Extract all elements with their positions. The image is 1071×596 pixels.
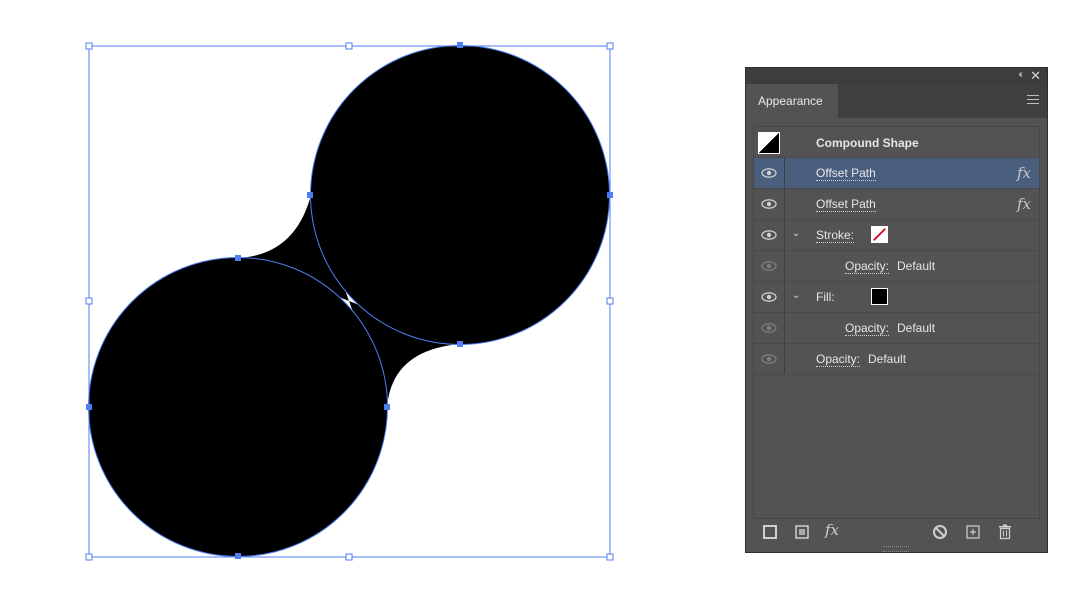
list-item-opacity[interactable]: Opacity: Default — [754, 251, 1039, 282]
resize-handle-bottom[interactable] — [345, 553, 353, 561]
visibility-eye-icon[interactable] — [761, 322, 777, 334]
panel-resize-grip[interactable] — [883, 546, 909, 552]
visibility-eye-icon[interactable] — [761, 353, 777, 365]
resize-handle-right[interactable] — [606, 297, 614, 305]
list-item-stroke[interactable]: ⌄ Stroke: — [754, 220, 1039, 251]
visibility-eye-icon[interactable] — [761, 167, 777, 179]
list-item-fill[interactable]: ⌄ Fill: — [754, 282, 1039, 313]
compound-shape[interactable] — [86, 42, 613, 559]
chevron-down-icon[interactable]: ⌄ — [792, 290, 800, 301]
visibility-eye-icon[interactable] — [761, 198, 777, 210]
lower-circle[interactable] — [88, 257, 388, 557]
duplicate-item-icon[interactable] — [965, 524, 981, 540]
visibility-eye-icon[interactable] — [761, 229, 777, 241]
resize-handle-left[interactable] — [85, 297, 93, 305]
fill-label: Fill: — [816, 290, 835, 304]
close-panel-button[interactable]: ✕ — [1030, 68, 1041, 84]
tab-appearance[interactable]: Appearance — [746, 84, 838, 118]
opacity-value: Default — [868, 352, 907, 366]
upper-circle[interactable] — [310, 45, 610, 345]
panel-bottom-toolbar: fx — [746, 520, 1047, 544]
delete-item-icon[interactable] — [997, 524, 1013, 540]
panel-tab-bar: Appearance — [746, 84, 1047, 118]
object-label: Compound Shape — [816, 136, 919, 150]
add-new-stroke-icon[interactable] — [762, 524, 778, 540]
collapse-panel-button[interactable]: ‹‹ — [1018, 69, 1022, 80]
list-item-object[interactable]: Compound Shape — [754, 127, 1039, 158]
effect-label[interactable]: Offset Path — [816, 166, 876, 181]
list-item-opacity[interactable]: Opacity: Default — [754, 313, 1039, 344]
clear-appearance-icon[interactable] — [932, 524, 948, 540]
fx-icon[interactable]: fx — [1017, 195, 1031, 213]
opacity-value: Default — [897, 321, 936, 335]
object-thumbnail-icon — [758, 132, 780, 154]
resize-handle-top-right[interactable] — [606, 42, 614, 50]
panel-menu-icon[interactable] — [1027, 95, 1039, 107]
stroke-label[interactable]: Stroke: — [816, 228, 855, 243]
effect-label[interactable]: Offset Path — [816, 197, 876, 212]
resize-handle-top-left[interactable] — [85, 42, 93, 50]
appearance-panel: ‹‹ ✕ Appearance Compound Shape Offset Pa… — [745, 67, 1048, 553]
visibility-eye-icon[interactable] — [761, 260, 777, 272]
opacity-label[interactable]: Opacity: — [816, 352, 861, 367]
fx-icon[interactable]: fx — [1017, 164, 1031, 182]
resize-handle-top[interactable] — [345, 42, 353, 50]
list-item-effect[interactable]: Offset Path fx — [754, 158, 1039, 189]
add-new-fill-icon[interactable] — [794, 524, 810, 540]
opacity-value: Default — [897, 259, 936, 273]
resize-handle-bottom-left[interactable] — [85, 553, 93, 561]
add-new-effect-icon[interactable]: fx — [825, 521, 847, 539]
stroke-color-swatch[interactable] — [871, 226, 888, 243]
fill-color-swatch[interactable] — [871, 288, 888, 305]
opacity-label[interactable]: Opacity: — [845, 259, 890, 274]
opacity-label[interactable]: Opacity: — [845, 321, 890, 336]
resize-handle-bottom-right[interactable] — [606, 553, 614, 561]
chevron-down-icon[interactable]: ⌄ — [792, 228, 800, 239]
visibility-eye-icon[interactable] — [761, 291, 777, 303]
list-item-effect[interactable]: Offset Path fx — [754, 189, 1039, 220]
appearance-attribute-list: Compound Shape Offset Path fx Offset Pat… — [753, 126, 1040, 519]
panel-title-bar[interactable]: ‹‹ ✕ — [746, 68, 1047, 84]
list-item-opacity[interactable]: Opacity: Default — [754, 344, 1039, 375]
